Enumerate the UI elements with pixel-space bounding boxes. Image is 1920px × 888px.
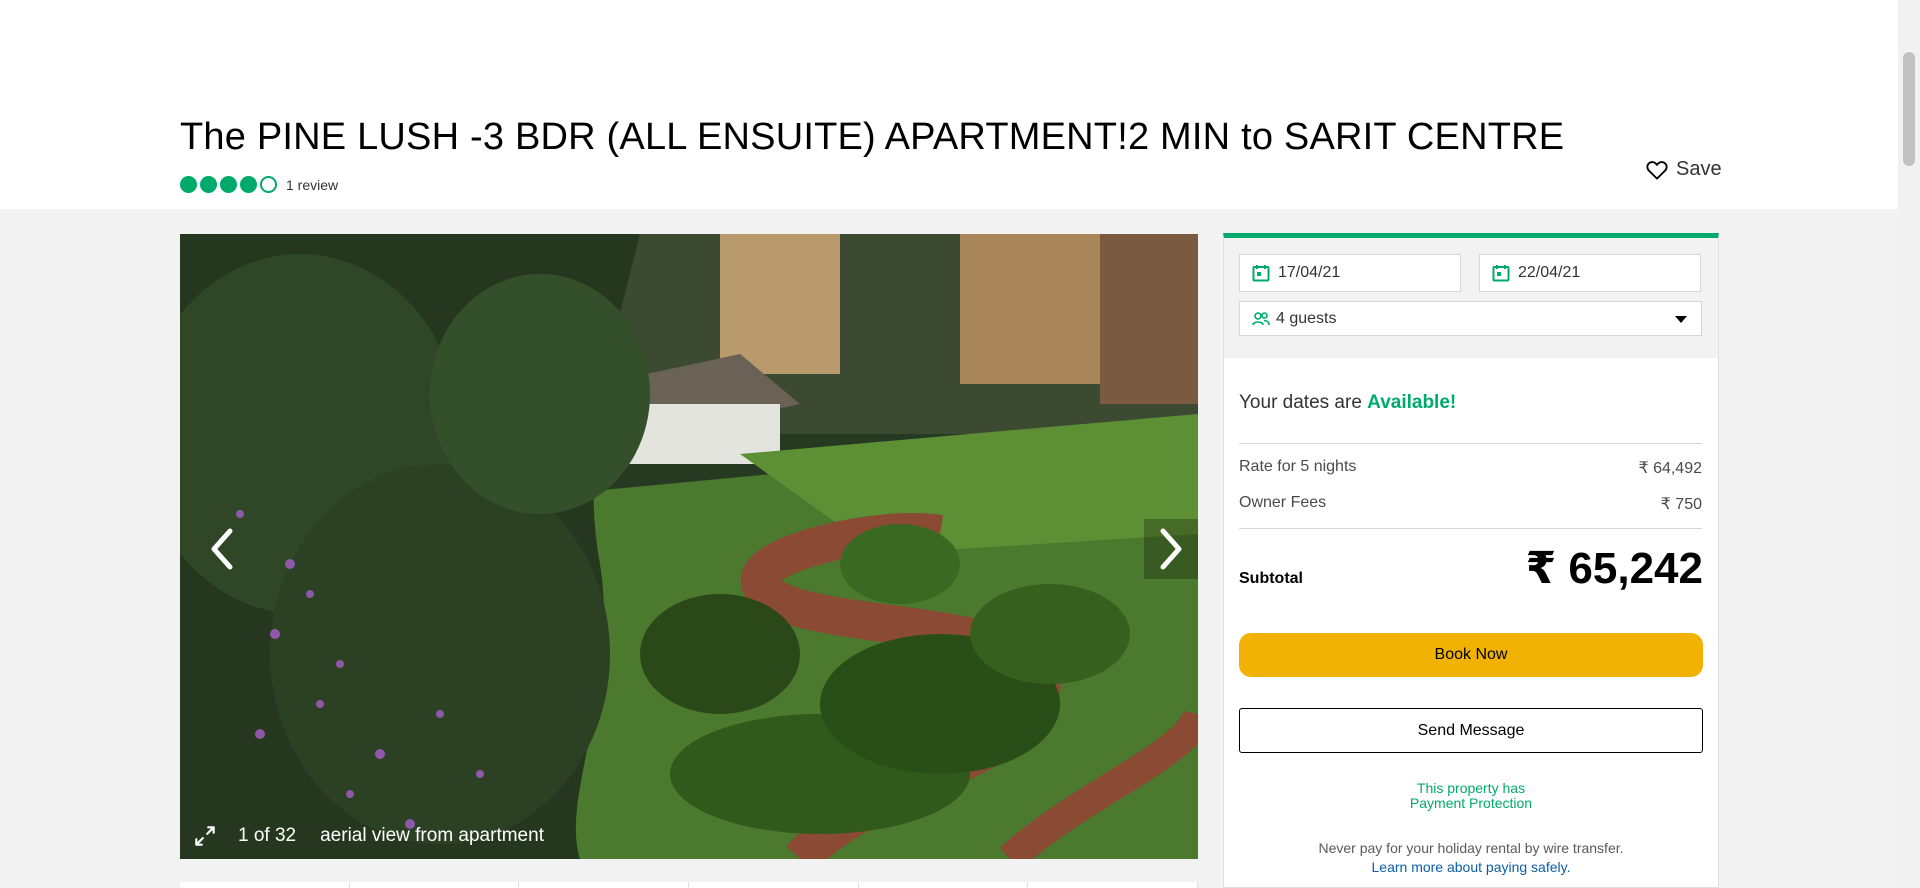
thumbnail[interactable] bbox=[859, 882, 1029, 888]
date-row: 17/04/21 22/04/21 bbox=[1239, 254, 1703, 292]
booking-panel: 17/04/21 22/04/21 4 guests Your dates ar… bbox=[1223, 233, 1719, 888]
divider bbox=[1239, 443, 1702, 444]
calendar-icon bbox=[1492, 265, 1510, 282]
fees-value: ₹ 750 bbox=[1660, 496, 1702, 513]
subtotal-value: ₹ 65,242 bbox=[1525, 544, 1703, 593]
save-button[interactable]: Save bbox=[1646, 158, 1722, 181]
calendar-icon bbox=[1252, 265, 1270, 282]
guests-icon bbox=[1252, 311, 1270, 325]
photo-counter: 1 of 32 bbox=[238, 825, 297, 846]
fees-row: Owner Fees ₹ 750 bbox=[1239, 494, 1702, 514]
heart-icon bbox=[1646, 160, 1668, 180]
rate-value: ₹ 64,492 bbox=[1638, 460, 1702, 477]
rating-bubble-filled bbox=[240, 176, 257, 193]
chevron-left-icon bbox=[211, 528, 233, 570]
photo-gallery[interactable]: 1 of 32 aerial view from apartment bbox=[180, 234, 1198, 859]
page-scrollbar[interactable] bbox=[1898, 0, 1920, 888]
chevron-right-icon bbox=[1160, 528, 1182, 570]
thumbnail[interactable] bbox=[689, 882, 859, 888]
rating-bubble-filled bbox=[220, 176, 237, 193]
save-label: Save bbox=[1676, 158, 1722, 180]
previous-photo-button[interactable] bbox=[195, 519, 249, 579]
booking-inputs: 17/04/21 22/04/21 4 guests bbox=[1224, 238, 1718, 358]
payment-protection-notice: This property has Payment Protection bbox=[1239, 781, 1703, 811]
gallery-caption: 1 of 32 aerial view from apartment bbox=[192, 823, 544, 849]
listing-title: The PINE LUSH -3 BDR (ALL ENSUITE) APART… bbox=[180, 116, 1565, 158]
thumbnail[interactable] bbox=[350, 882, 520, 888]
rating-bubbles[interactable]: 1 review bbox=[180, 176, 338, 193]
scrollbar-thumb[interactable] bbox=[1903, 52, 1915, 166]
protection-line-1: This property has bbox=[1416, 780, 1526, 796]
learn-more-link[interactable]: Learn more about paying safely. bbox=[1239, 859, 1703, 875]
caret-down-icon bbox=[1675, 316, 1687, 323]
check-in-value: 17/04/21 bbox=[1278, 264, 1341, 281]
book-now-button[interactable]: Book Now bbox=[1239, 633, 1703, 677]
rate-row: Rate for 5 nights ₹ 64,492 bbox=[1239, 458, 1702, 478]
photo-caption: aerial view from apartment bbox=[320, 825, 544, 846]
subtotal-label: Subtotal bbox=[1239, 570, 1303, 587]
check-in-field[interactable]: 17/04/21 bbox=[1239, 254, 1461, 292]
check-out-value: 22/04/21 bbox=[1518, 264, 1581, 281]
send-message-button[interactable]: Send Message bbox=[1239, 708, 1703, 753]
review-count-link[interactable]: 1 review bbox=[286, 177, 338, 193]
protection-line-2: Payment Protection bbox=[1409, 795, 1533, 811]
availability-prefix: Your dates are bbox=[1239, 392, 1362, 413]
next-photo-button[interactable] bbox=[1144, 519, 1198, 579]
check-out-field[interactable]: 22/04/21 bbox=[1479, 254, 1701, 292]
rating-bubble-empty bbox=[260, 176, 277, 193]
guests-value: 4 guests bbox=[1276, 309, 1337, 327]
rating-bubble-filled bbox=[200, 176, 217, 193]
rating-bubble-filled bbox=[180, 176, 197, 193]
guests-select[interactable]: 4 guests bbox=[1239, 301, 1702, 336]
thumbnail[interactable] bbox=[1028, 882, 1199, 888]
availability-status: Available! bbox=[1367, 392, 1457, 413]
rate-label: Rate for 5 nights bbox=[1239, 458, 1357, 475]
fees-label: Owner Fees bbox=[1239, 494, 1327, 511]
thumbnail[interactable] bbox=[180, 882, 350, 888]
wire-transfer-warning: Never pay for your holiday rental by wir… bbox=[1318, 840, 1624, 856]
availability-message: Your dates are Available! bbox=[1239, 392, 1456, 414]
expand-icon[interactable] bbox=[192, 823, 218, 849]
thumbnail-strip[interactable] bbox=[180, 882, 1199, 888]
divider bbox=[1239, 528, 1702, 529]
thumbnail[interactable] bbox=[519, 882, 690, 888]
listing-photo bbox=[180, 234, 1198, 859]
